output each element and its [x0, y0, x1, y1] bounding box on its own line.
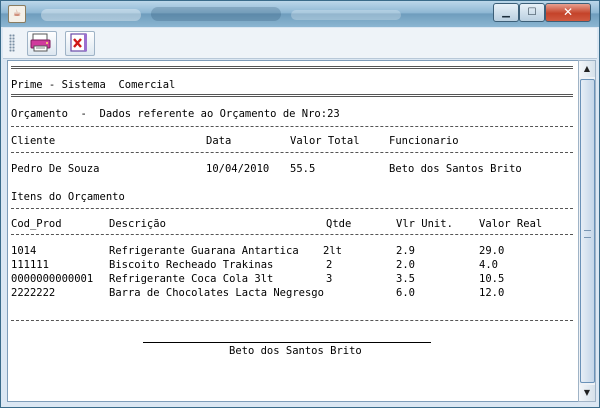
item-cod: 111111 [11, 259, 49, 271]
header-qtde: Qtde [326, 218, 352, 230]
toolbar-grip[interactable] [9, 34, 15, 52]
double-rule [11, 66, 573, 69]
maximize-button[interactable]: ☐ [519, 3, 545, 22]
item-vlr-unit: 3.5 [396, 273, 415, 285]
scrollbar-grip-icon [584, 230, 591, 238]
item-cod: 1014 [11, 245, 37, 257]
item-valor-real: 10.5 [479, 273, 505, 285]
item-qtde: 3 [326, 273, 333, 285]
item-vlr-unit: 2.9 [396, 245, 415, 257]
toolbar [3, 28, 597, 59]
dashed-rule [11, 126, 573, 127]
header-funcionario: Funcionario [389, 135, 459, 147]
header-vlr-unit: Vlr Unit. [396, 218, 453, 230]
quote-date: 10/04/2010 [206, 163, 270, 175]
minimize-button[interactable]: ▁ [493, 3, 519, 22]
item-descricao: Barra de Chocolates Lacta Negresgo [109, 287, 324, 299]
scroll-down-button[interactable]: ▼ [579, 385, 595, 401]
title-bar[interactable]: ☕ ▁ ☐ ✕ [1, 1, 599, 27]
signature-name: Beto dos Santos Brito [229, 345, 362, 357]
close-report-icon [70, 33, 87, 52]
dashed-rule [11, 152, 573, 153]
quote-header: Orçamento - Dados referente ao Orçamento… [11, 108, 340, 120]
employee-name: Beto dos Santos Brito [389, 163, 522, 175]
item-cod: 0000000000001 [11, 273, 94, 285]
item-descricao: Refrigerante Coca Cola 3lt [109, 273, 274, 285]
item-descricao: Refrigerante Guarana Antartica [109, 245, 299, 257]
system-name: Prime - Sistema Comercial [11, 79, 176, 91]
scroll-up-button[interactable]: ▲ [579, 61, 595, 77]
item-valor-real: 4.0 [479, 259, 498, 271]
item-descricao: Biscoito Recheado Trakinas [109, 259, 274, 271]
dashed-rule [11, 234, 573, 235]
item-valor-real: 12.0 [479, 287, 505, 299]
header-valor-real: Valor Real [479, 218, 543, 230]
item-vlr-unit: 2.0 [396, 259, 415, 271]
header-valor-total: Valor Total [290, 135, 360, 147]
close-button[interactable]: ✕ [545, 3, 591, 22]
client-name: Pedro De Souza [11, 163, 100, 175]
header-cliente: Cliente [11, 135, 56, 147]
dashed-rule [11, 208, 573, 209]
header-cod-prod: Cod_Prod [11, 218, 62, 230]
vertical-scrollbar[interactable]: ▲ ▼ [578, 60, 596, 402]
blurred-title-part [151, 7, 281, 21]
item-vlr-unit: 6.0 [396, 287, 415, 299]
print-button[interactable] [27, 31, 57, 56]
signature-line [143, 342, 431, 343]
close-report-button[interactable] [65, 31, 95, 56]
header-descricao: Descrição [109, 218, 166, 230]
dashed-rule [11, 320, 573, 321]
blurred-title [41, 9, 141, 21]
item-cod: 2222222 [11, 287, 56, 299]
print-icon [30, 33, 51, 52]
report-view[interactable]: Prime - Sistema Comercial Orçamento - Da… [7, 60, 579, 402]
item-qtde: 2 [326, 259, 333, 271]
quote-total: 55.5 [290, 163, 316, 175]
scrollbar-thumb[interactable] [580, 79, 595, 383]
item-qtde: 2lt [323, 245, 342, 257]
header-data: Data [206, 135, 232, 147]
item-valor-real: 29.0 [479, 245, 505, 257]
report-window: ☕ ▁ ☐ ✕ Prime - Sistema Comercial Orçame… [0, 0, 600, 408]
items-title: Itens do Orçamento [11, 191, 125, 203]
double-rule [11, 94, 573, 97]
blurred-title-part [291, 10, 401, 20]
java-app-icon: ☕ [8, 5, 26, 23]
